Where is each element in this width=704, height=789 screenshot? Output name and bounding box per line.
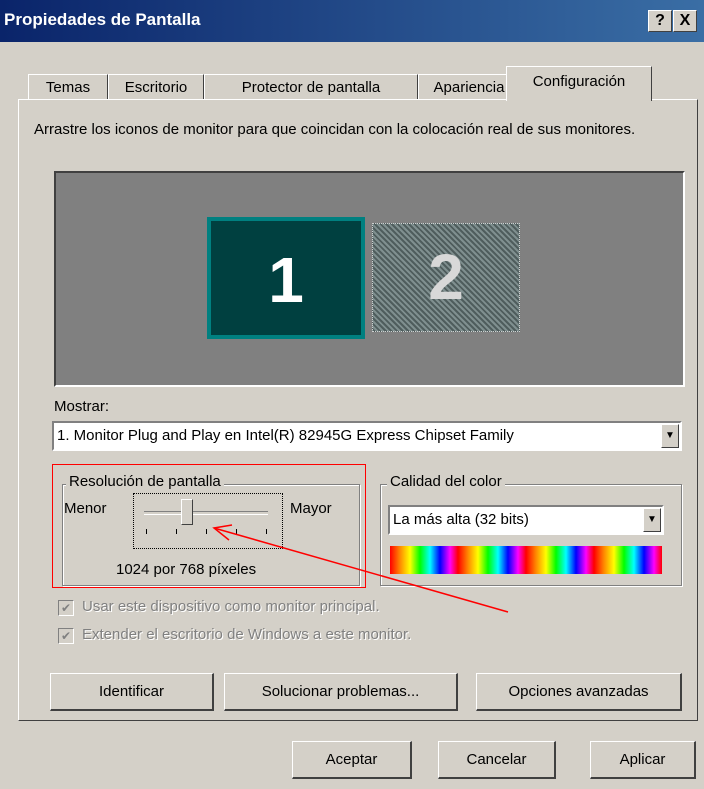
tab-configuracion[interactable]: Configuración xyxy=(506,66,652,101)
display-properties-window: Propiedades de Pantalla ? X Temas Escrit… xyxy=(0,0,704,789)
annotation-arrow-icon xyxy=(212,524,509,613)
